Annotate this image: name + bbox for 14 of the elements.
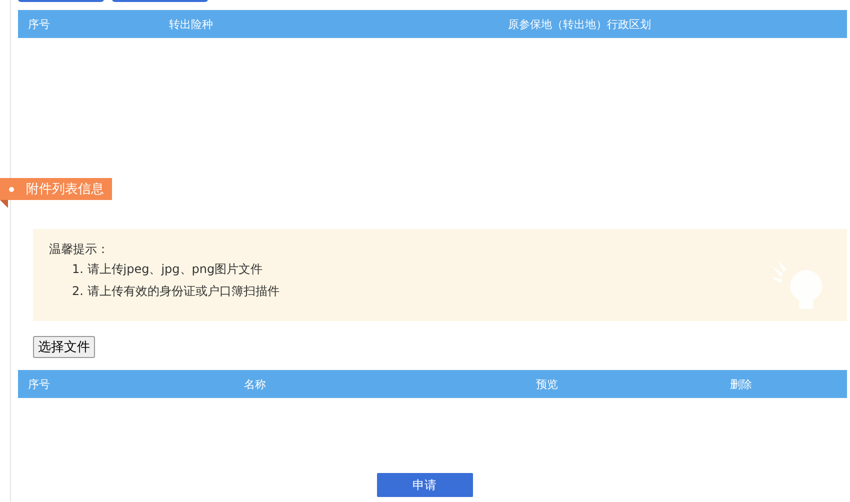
- submit-button[interactable]: 申请: [376, 473, 472, 497]
- section-title: 附件列表信息: [26, 181, 104, 198]
- column-header: 序号: [28, 16, 51, 32]
- column-header: 转出险种: [169, 16, 214, 32]
- column-header: 序号: [28, 376, 51, 392]
- tip-item: 2. 请上传有效的身份证或户口簿扫描件: [71, 283, 280, 300]
- choose-file-button[interactable]: 选择文件: [33, 336, 95, 358]
- ribbon-fold: [0, 200, 8, 208]
- column-header: 名称: [244, 376, 267, 392]
- column-header: 预览: [536, 376, 559, 392]
- column-header: 删除: [730, 376, 753, 392]
- tip-item: 1. 请上传jpeg、jpg、png图片文件: [71, 261, 264, 278]
- tips-title: 温馨提示：: [49, 241, 110, 258]
- column-header: 原参保地（转出地）行政区划: [508, 16, 652, 32]
